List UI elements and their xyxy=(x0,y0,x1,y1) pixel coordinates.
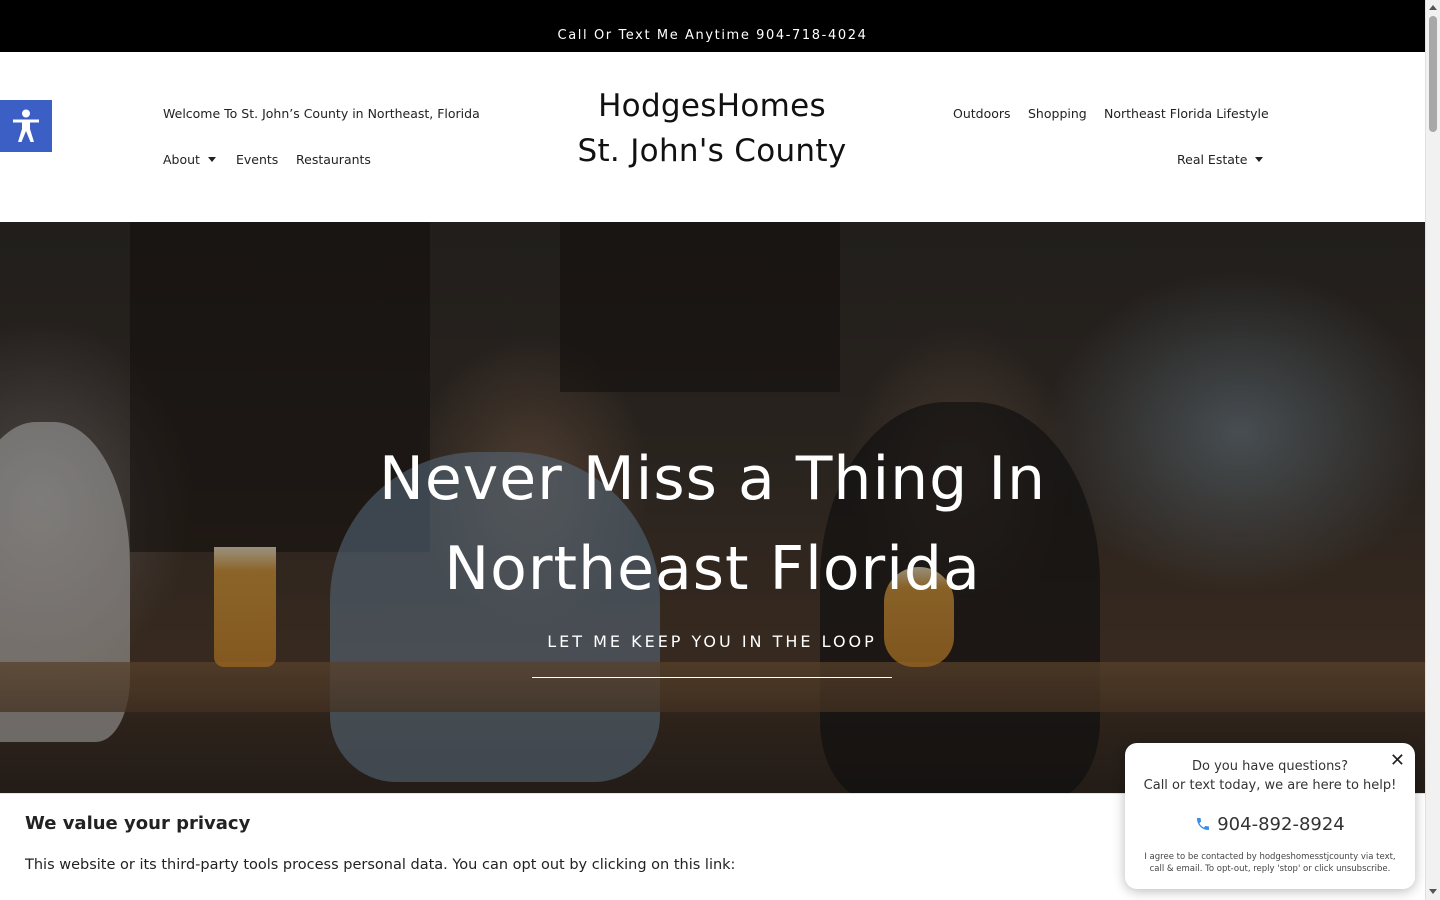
top-bar-text: Call Or Text Me Anytime 904-718-4024 xyxy=(557,27,868,43)
chevron-down-icon xyxy=(207,157,216,162)
nav-outdoors[interactable]: Outdoors xyxy=(953,106,1011,121)
nav-restaurants[interactable]: Restaurants xyxy=(296,152,371,167)
site-logo[interactable]: HodgesHomes St. John's County xyxy=(562,84,862,174)
header-tagline: Welcome To St. John’s County in Northeas… xyxy=(163,106,480,121)
chat-phone-number: 904-892-8924 xyxy=(1217,814,1345,835)
top-announcement-bar: Call Or Text Me Anytime 904-718-4024 xyxy=(0,0,1425,52)
nav-about-label: About xyxy=(163,152,200,167)
hero-title: Never Miss a Thing In Northeast Florida xyxy=(0,434,1425,614)
nav-real-estate-label: Real Estate xyxy=(1177,152,1248,167)
nav-northeast-florida-lifestyle[interactable]: Northeast Florida Lifestyle xyxy=(1104,106,1269,121)
accessibility-toolbar-button[interactable] xyxy=(0,100,52,152)
scrollbar-thumb[interactable] xyxy=(1429,16,1437,132)
nav-shopping[interactable]: Shopping xyxy=(1028,106,1087,121)
chat-consent-text: I agree to be contacted by hodgeshomesst… xyxy=(1144,852,1396,874)
hero-title-line-2: Northeast Florida xyxy=(444,534,981,604)
hero-section: Never Miss a Thing In Northeast Florida … xyxy=(0,222,1425,800)
hero-cta-link[interactable]: LET ME KEEP YOU IN THE LOOP xyxy=(532,632,892,678)
page: Call Or Text Me Anytime 904-718-4024 Wel… xyxy=(0,0,1425,900)
nav-events[interactable]: Events xyxy=(236,152,278,167)
page-scrollbar[interactable] xyxy=(1425,0,1440,900)
logo-line-2: St. John's County xyxy=(577,133,847,169)
chat-question: Do you have questions? xyxy=(1192,759,1348,774)
phone-icon xyxy=(1197,818,1210,830)
chat-phone-link[interactable]: 904-892-8924 xyxy=(1125,814,1415,835)
accessibility-person-icon xyxy=(13,109,39,142)
nav-real-estate[interactable]: Real Estate xyxy=(1177,152,1264,167)
logo-line-1: HodgesHomes xyxy=(598,88,826,124)
privacy-title: We value your privacy xyxy=(25,813,251,834)
privacy-text: This website or its third-party tools pr… xyxy=(25,857,736,873)
hero-title-line-1: Never Miss a Thing In xyxy=(378,444,1047,514)
chat-help-text: Call or text today, we are here to help! xyxy=(1143,778,1397,793)
site-header: Welcome To St. John’s County in Northeas… xyxy=(0,52,1425,222)
scroll-down-arrow-icon[interactable] xyxy=(1429,889,1437,894)
scroll-up-arrow-icon[interactable] xyxy=(1429,5,1437,10)
chevron-down-icon xyxy=(1255,157,1264,162)
nav-about[interactable]: About xyxy=(163,152,216,167)
contact-chat-widget: ✕ Do you have questions? Call or text to… xyxy=(1125,743,1415,889)
